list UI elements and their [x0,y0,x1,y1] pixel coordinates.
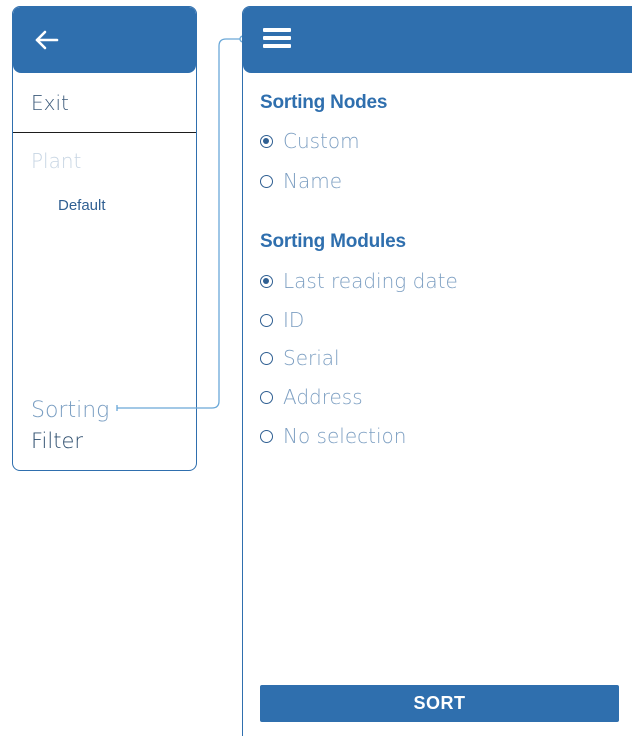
hamburger-bar [263,36,291,40]
radio-label: Custom [283,129,360,153]
menu-item-filter[interactable]: Filter [31,429,83,453]
radio-label: No selection [283,424,407,448]
hamburger-bar [263,28,291,32]
panel-header [243,7,632,73]
back-button[interactable] [29,24,63,56]
radio-option-id[interactable]: ID [260,308,304,332]
menu-item-sorting[interactable]: Sorting [31,398,109,423]
radio-option-name[interactable]: Name [260,169,342,193]
radio-label: Serial [283,346,340,370]
radio-option-no-selection[interactable]: No selection [260,424,406,448]
radio-label: Last reading date [283,269,458,293]
sort-button[interactable]: SORT [260,685,619,722]
radio-unchecked-icon [260,390,273,404]
radio-label: Address [283,385,363,409]
radio-checked-icon [260,274,273,288]
navigation-drawer: Exit Plant Default Sorting Filter [12,6,197,471]
sorting-modules-title: Sorting Modules [260,231,406,252]
radio-option-address[interactable]: Address [260,385,363,409]
hamburger-bar [263,44,291,48]
radio-label: ID [283,308,305,332]
radio-unchecked-icon [260,429,273,443]
radio-option-custom[interactable]: Custom [260,129,360,153]
radio-unchecked-icon [260,313,273,327]
radio-unchecked-icon [260,351,273,365]
sorting-nodes-title: Sorting Nodes [260,92,388,113]
arrow-left-icon [35,30,59,50]
radio-option-last-reading-date[interactable]: Last reading date [260,269,458,293]
radio-unchecked-icon [260,174,273,188]
radio-label: Name [283,169,343,193]
radio-option-serial[interactable]: Serial [260,346,340,370]
menu-item-default[interactable]: Default [58,197,106,214]
menu-item-exit[interactable]: Exit [31,91,69,115]
menu-item-plant: Plant [31,149,82,173]
hamburger-menu-icon[interactable] [263,28,291,50]
app-screen: Exit Plant Default Sorting Filter Sortin… [0,0,632,736]
drawer-header [13,7,196,73]
menu-divider [13,132,196,133]
radio-checked-icon [260,134,273,148]
sorting-panel: Sorting Nodes Custom Name Sorting Module… [242,6,632,736]
